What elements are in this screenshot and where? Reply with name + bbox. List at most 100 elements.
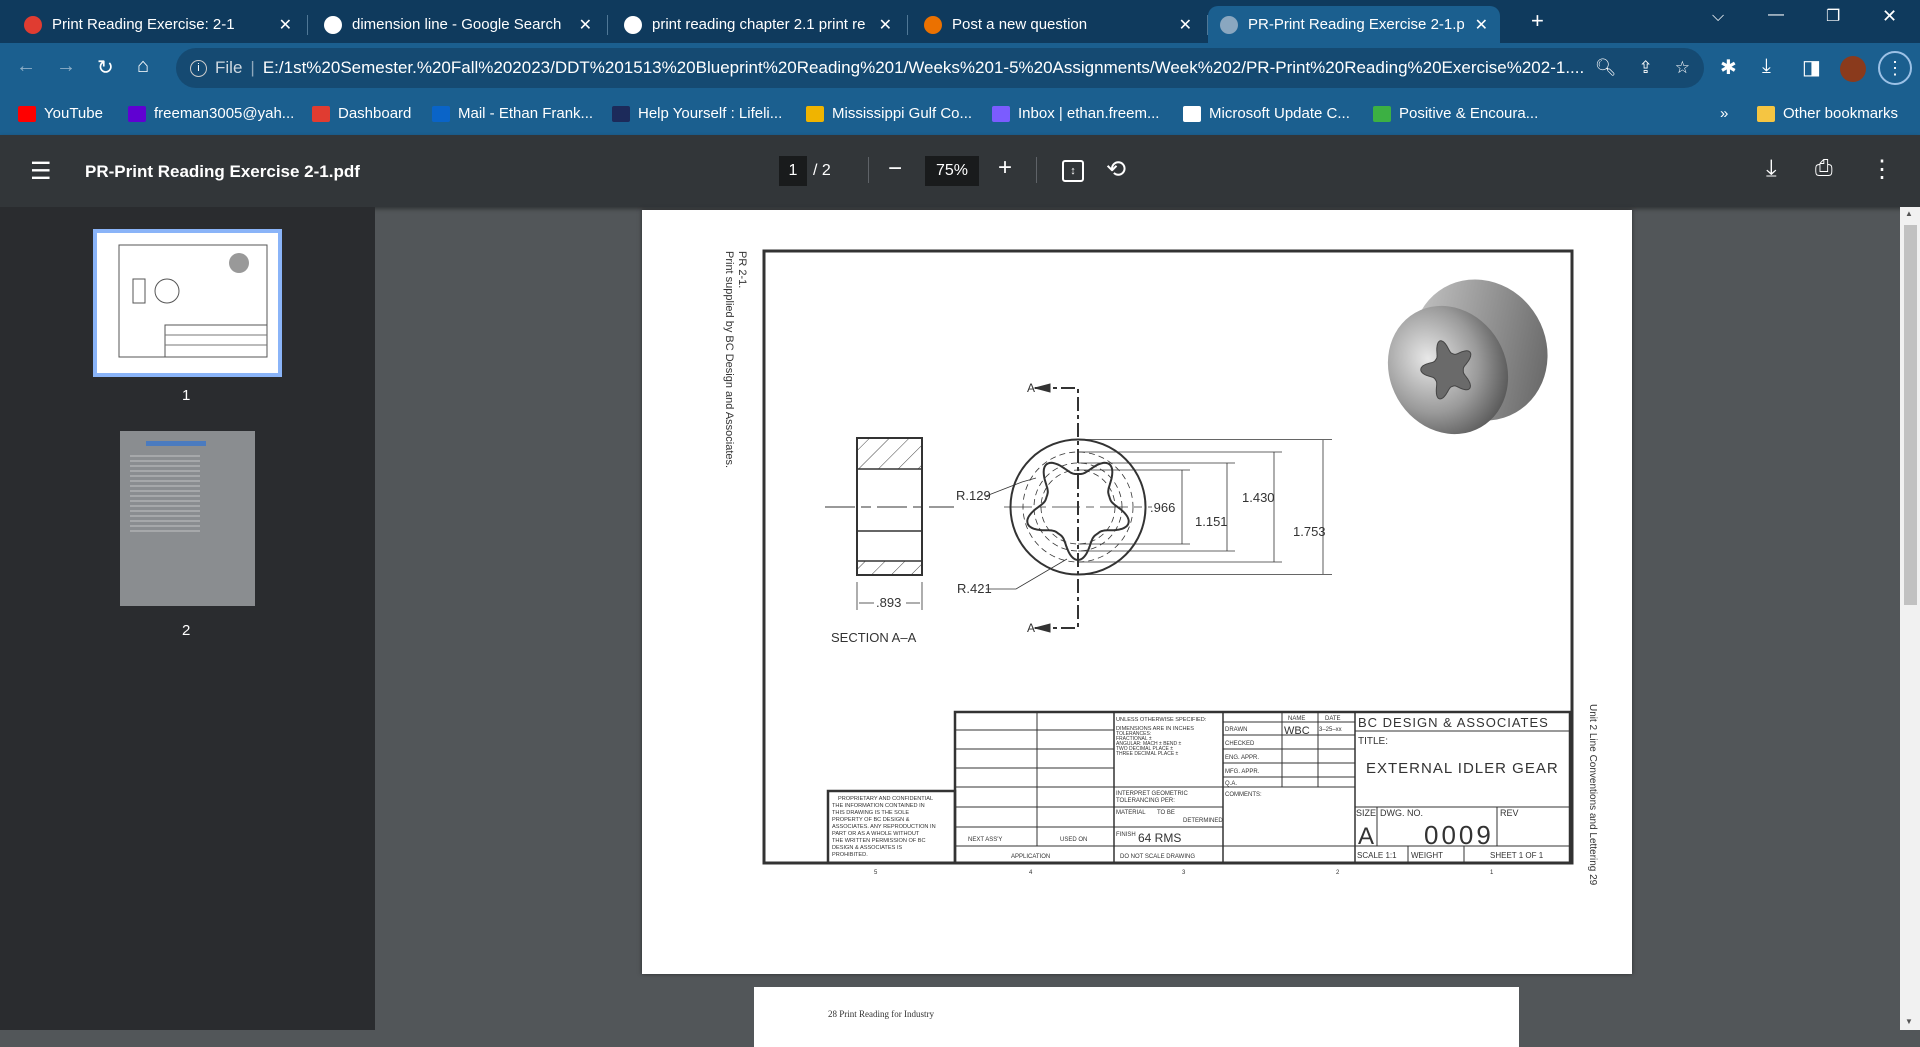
zoom-out-button[interactable]: − (888, 155, 902, 183)
menu-kebab-icon[interactable]: ⋮ (1878, 51, 1912, 85)
bookmark-item[interactable]: Mississippi Gulf Co... (806, 105, 972, 122)
dim-r-small: R.129 (956, 488, 991, 503)
google-icon (624, 15, 642, 34)
thumbnail-drawing (118, 244, 268, 358)
page-note: Unit 2 Line Conventions and Lettering 29 (1587, 704, 1598, 886)
cut-label: A (1027, 621, 1035, 635)
hamburger-menu-icon[interactable]: ☰ (30, 157, 52, 186)
thumbnail-page-1[interactable] (93, 229, 282, 377)
thumbnail-sidebar: 1 2 (0, 207, 375, 1030)
thumbnail-text (130, 452, 200, 532)
restore-button[interactable]: ❐ (1826, 6, 1840, 26)
side-panel-icon[interactable]: ◨ (1802, 55, 1821, 80)
tab-4[interactable]: Post a new question ✕ (912, 6, 1208, 43)
bookmark-star-icon[interactable]: ☆ (1675, 58, 1690, 78)
address-bar[interactable]: i File | E:/1st%20Semester.%20Fall%20202… (176, 48, 1704, 88)
dwg-no-value: 0009 (1424, 820, 1494, 850)
bookmark-item[interactable]: Microsoft Update C... (1183, 105, 1350, 122)
dim-966: .966 (1150, 500, 1175, 515)
proprietary-line: PART OR AS A WHOLE WITHOUT (832, 831, 920, 837)
close-tab-icon[interactable]: ✕ (879, 15, 892, 35)
new-tab-button[interactable]: + (1531, 8, 1544, 34)
zoom-icon[interactable]: 🔍︎ (1595, 58, 1617, 78)
home-button[interactable]: ⌂ (137, 55, 149, 78)
tab-title: print reading chapter 2.1 print re (652, 16, 866, 33)
do-not-scale-label: DO NOT SCALE DRAWING (1120, 854, 1195, 860)
rotate-icon[interactable]: ⟲ (1106, 155, 1126, 184)
material-label: MATERIAL (1116, 810, 1146, 816)
bookmark-item[interactable]: YouTube (18, 105, 103, 122)
google-icon (324, 15, 342, 34)
extensions-icon[interactable]: ✱ (1720, 55, 1737, 80)
bookmark-item[interactable]: Help Yourself : Lifeli... (612, 105, 782, 122)
bookmark-label: Mail - Ethan Frank... (458, 105, 594, 122)
drawn-name: WBC (1284, 725, 1310, 737)
bookmark-icon (1373, 105, 1391, 122)
tab-separator (907, 15, 908, 35)
used-on-label: USED ON (1060, 837, 1087, 843)
drawn-date: 3–25–xx (1319, 727, 1342, 733)
url-text[interactable]: E:/1st%20Semester.%20Fall%202023/DDT%201… (263, 58, 1587, 78)
tab-1[interactable]: Print Reading Exercise: 2-1 ✕ (12, 6, 308, 43)
minimize-button[interactable]: — (1768, 6, 1784, 24)
bookmark-icon (612, 105, 630, 122)
more-actions-icon[interactable]: ⋮ (1870, 155, 1894, 184)
bookmark-item[interactable]: Inbox | ethan.freem... (992, 105, 1159, 122)
back-button[interactable]: ← (16, 55, 36, 78)
rev-label: REV (1500, 808, 1519, 818)
bookmark-item[interactable]: Positive & Encoura... (1373, 105, 1538, 122)
cut-label: A (1027, 381, 1035, 395)
bookmark-icon (312, 105, 330, 122)
bookmark-icon (432, 105, 450, 122)
material-value: TO BE (1157, 810, 1175, 816)
tolerance-note: UNLESS OTHERWISE SPECIFIED: (1116, 717, 1207, 723)
other-bookmarks[interactable]: Other bookmarks (1757, 105, 1898, 122)
bookmark-label: Inbox | ethan.freem... (1018, 105, 1160, 122)
pdf-page-1: PR 2-1. Print supplied by BC Design and … (642, 210, 1632, 974)
share-icon[interactable]: ⇪ (1639, 58, 1653, 78)
zone-labels: 5 4 3 2 1 (874, 870, 1494, 876)
dim-1151: 1.151 (1195, 514, 1228, 529)
close-tab-icon[interactable]: ✕ (1179, 15, 1192, 35)
zoom-level-input[interactable]: 75% (925, 156, 979, 186)
thumbnail-page-2[interactable] (120, 431, 255, 606)
tab-search-chevron-icon[interactable]: ⌵ (1712, 8, 1724, 26)
scrollbar[interactable]: ▲ ▼ (1900, 207, 1920, 1030)
folder-icon (1757, 105, 1775, 122)
close-window-button[interactable]: ✕ (1882, 6, 1897, 27)
close-tab-icon[interactable]: ✕ (579, 15, 592, 35)
finish-label: FINISH (1116, 832, 1136, 838)
drawn-label: DRAWN (1225, 727, 1247, 733)
fit-to-page-icon[interactable]: ↕ (1062, 160, 1084, 182)
technical-drawing: PR 2-1. Print supplied by BC Design and … (723, 249, 1598, 886)
print-icon[interactable]: ⎙ (1815, 155, 1833, 181)
tab-2[interactable]: dimension line - Google Search ✕ (312, 6, 608, 43)
reload-button[interactable]: ↻ (97, 55, 114, 80)
tab-title: dimension line - Google Search (352, 16, 562, 33)
gear-3d-render (1387, 279, 1548, 435)
sheet-label: SHEET 1 OF 1 (1490, 851, 1544, 860)
dwg-no-label: DWG. NO. (1380, 808, 1423, 818)
divider (868, 157, 869, 183)
bookmark-item[interactable]: freeman3005@yah... (128, 105, 294, 122)
avatar[interactable] (1840, 56, 1866, 82)
tab-5[interactable]: PR-Print Reading Exercise 2-1.pdf ✕ (1208, 6, 1500, 43)
zoom-in-button[interactable]: + (998, 154, 1012, 182)
bookmark-item[interactable]: Dashboard (312, 105, 411, 122)
page-number-input[interactable]: 1 (779, 156, 807, 186)
info-icon[interactable]: i (190, 59, 207, 77)
close-tab-icon[interactable]: ✕ (1475, 15, 1488, 35)
tab-3[interactable]: print reading chapter 2.1 print re ✕ (612, 6, 908, 43)
more-bookmarks-button[interactable]: » (1720, 105, 1728, 122)
side-note: Print supplied by BC Design and Associat… (723, 251, 735, 468)
scroll-down-icon[interactable]: ▼ (1905, 1017, 1913, 1026)
scrollbar-thumb[interactable] (1904, 225, 1917, 605)
pdf-download-icon[interactable]: ⤓ (1766, 155, 1777, 183)
thumbnail-label: 2 (182, 622, 191, 639)
forward-button[interactable]: → (56, 55, 76, 78)
close-tab-icon[interactable]: ✕ (279, 15, 292, 35)
bookmark-item[interactable]: Mail - Ethan Frank... (432, 105, 593, 122)
zone-label: 2 (1336, 870, 1340, 876)
download-icon[interactable]: ⤓ (1762, 55, 1771, 78)
scroll-up-icon[interactable]: ▲ (1905, 209, 1913, 218)
